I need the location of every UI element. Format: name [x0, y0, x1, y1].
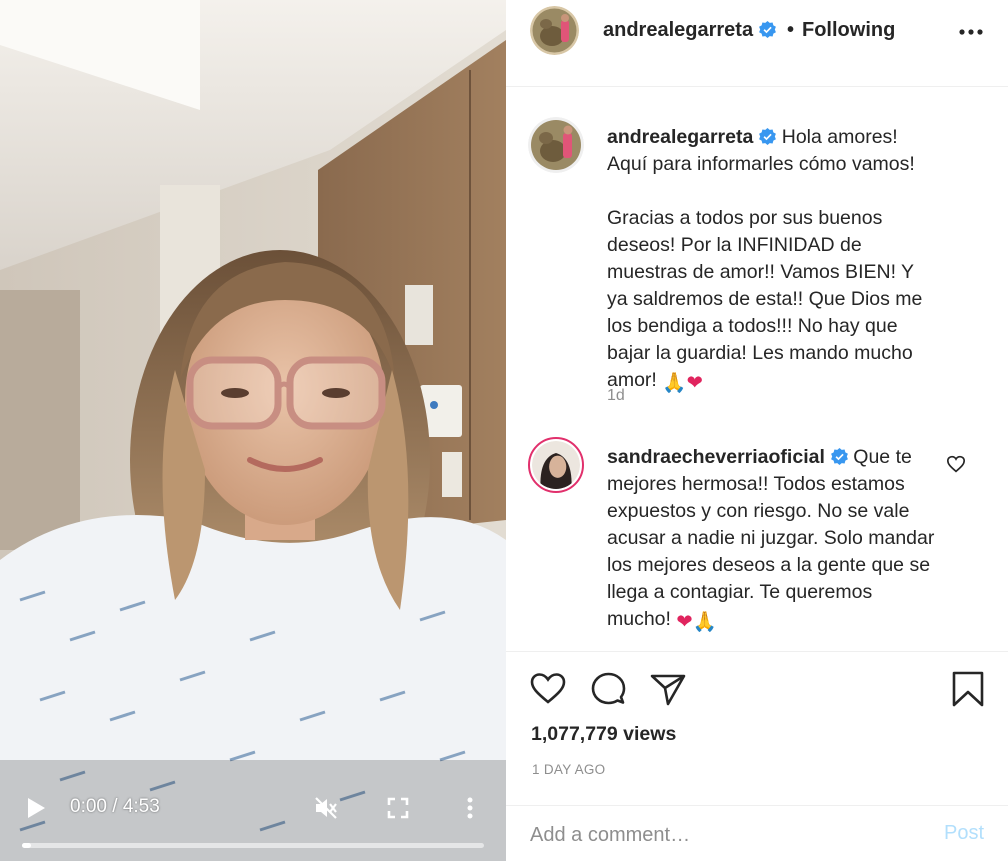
- fullscreen-button[interactable]: [382, 792, 414, 824]
- post-options-button[interactable]: [958, 20, 984, 44]
- verified-badge-icon: [759, 128, 777, 145]
- paper-plane-icon: [650, 674, 686, 706]
- comment-body: Que te mejores hermosa!! Todos estamos e…: [607, 446, 935, 630]
- comment-text: sandraecheverriaoficial Que te mejores h…: [607, 444, 937, 636]
- video-frame: [0, 0, 506, 861]
- caption-username[interactable]: andrealegarreta: [607, 126, 753, 148]
- comment-like-button[interactable]: [946, 455, 968, 475]
- speech-bubble-icon: [591, 672, 626, 705]
- view-count[interactable]: 1,077,779 views: [531, 723, 676, 746]
- video-progress-bar[interactable]: [22, 843, 484, 848]
- commenter-avatar[interactable]: [528, 437, 584, 493]
- post-panel: andrealegarreta • Following andrealegarr…: [506, 0, 1008, 861]
- post-date[interactable]: 1 DAY AGO: [532, 762, 605, 777]
- video-progress-fill: [22, 843, 32, 848]
- heart-icon: [530, 673, 566, 704]
- red-heart-emoji: ❤: [676, 611, 693, 633]
- caption-line-2: Gracias a todos por sus buenos deseos! P…: [607, 207, 923, 391]
- comment-input[interactable]: [530, 820, 910, 850]
- header-separator: •: [787, 19, 795, 41]
- praying-hands-emoji: 🙏: [662, 372, 687, 394]
- mute-button[interactable]: [310, 792, 342, 824]
- fullscreen-icon: [387, 797, 409, 819]
- add-comment-bar: Post: [506, 805, 1008, 861]
- vertical-dots-icon: [467, 797, 473, 819]
- video-controls: 0:00 / 4:53: [0, 780, 506, 861]
- author-avatar[interactable]: [530, 6, 579, 55]
- play-icon: [28, 798, 45, 818]
- caption-timestamp[interactable]: 1d: [607, 387, 625, 405]
- post-comment-button[interactable]: Post: [944, 822, 984, 845]
- post-header: andrealegarreta • Following: [506, 0, 1008, 87]
- horizontal-dots-icon: [959, 29, 983, 35]
- caption-avatar-image: [528, 117, 584, 173]
- commenter-username[interactable]: sandraecheverriaoficial: [607, 446, 825, 468]
- bookmark-icon: [952, 671, 984, 707]
- red-heart-emoji: ❤: [686, 372, 703, 394]
- verified-badge-icon: [830, 448, 848, 465]
- video-player[interactable]: 0:00 / 4:53: [0, 0, 506, 861]
- like-button[interactable]: [528, 669, 568, 709]
- muted-speaker-icon: [315, 797, 337, 819]
- author-avatar-image: [530, 6, 579, 55]
- author-username-text: andrealegarreta: [603, 19, 754, 41]
- post-actions: 1,077,779 views 1 DAY AGO Post: [506, 651, 1008, 861]
- share-button[interactable]: [648, 669, 688, 709]
- commenter-avatar-image: [532, 441, 580, 489]
- video-time: 0:00 / 4:53: [70, 796, 160, 817]
- verified-badge-icon: [759, 21, 776, 38]
- following-button[interactable]: Following: [802, 19, 895, 42]
- caption-avatar[interactable]: [528, 117, 584, 173]
- caption-text: andrealegarreta Hola amores! Aquí para i…: [607, 124, 937, 397]
- save-button[interactable]: [948, 669, 988, 709]
- heart-outline-icon: [946, 455, 966, 473]
- praying-hands-emoji: 🙏: [692, 611, 717, 633]
- author-username[interactable]: andrealegarreta: [603, 19, 776, 42]
- video-more-button[interactable]: [458, 792, 482, 824]
- comment-button[interactable]: [588, 669, 628, 709]
- play-button[interactable]: [22, 794, 50, 822]
